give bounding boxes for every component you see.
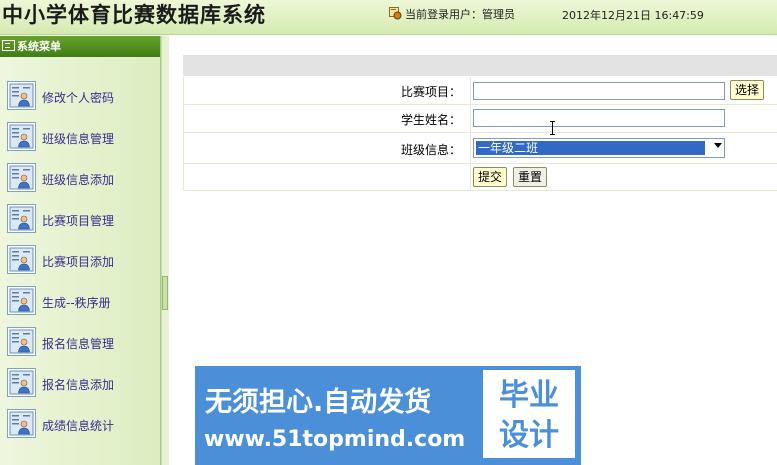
sidebar-item-label: 报名信息管理: [42, 337, 115, 351]
sidebar-item[interactable]: 生成--秩序册: [7, 286, 157, 316]
sidebar-item[interactable]: 报名信息管理: [7, 327, 157, 357]
form-row-actions: 提交 重置: [183, 164, 777, 191]
watermark-badge-line1: 毕业: [499, 378, 559, 413]
watermark-banner: 无须担心.自动发货 www.51topmind.com 毕业 设计: [195, 366, 581, 465]
splitter-handle[interactable]: [162, 276, 168, 310]
user-record-icon: [7, 163, 36, 192]
class-label: 班级信息：: [400, 143, 461, 157]
form-row-class: 班级信息： 一年级二班: [183, 133, 777, 164]
user-record-icon: [7, 245, 36, 274]
class-selected-value: 一年级二班: [476, 141, 705, 155]
sidebar-item[interactable]: 班级信息添加: [7, 163, 157, 193]
form-row-event: 比赛项目： 选择: [183, 77, 777, 105]
user-record-icon: [7, 286, 36, 315]
user-record-icon: [7, 368, 36, 397]
choose-event-button[interactable]: 选择: [730, 80, 765, 100]
user-record-icon: [7, 204, 36, 233]
sidebar-item[interactable]: 报名信息添加: [7, 368, 157, 398]
watermark-url: www.51topmind.com: [204, 427, 466, 452]
sidebar-item[interactable]: 比赛项目管理: [7, 204, 157, 234]
watermark-badge: 毕业 设计: [483, 370, 575, 458]
sidebar-item-label: 比赛项目添加: [42, 255, 115, 269]
student-name-label: 学生姓名：: [400, 113, 461, 127]
reset-button[interactable]: 重置: [513, 167, 548, 187]
sidebar-item-label: 班级信息管理: [42, 132, 115, 146]
user-record-icon: [7, 327, 36, 356]
sidebar-item-label: 比赛项目管理: [42, 214, 115, 228]
user-record-icon: [7, 409, 36, 438]
sidebar-item[interactable]: 班级信息管理: [7, 122, 157, 152]
entry-form: 比赛项目： 选择 学生姓名： 班级信息： 一年级二班 提交 重置: [183, 55, 777, 191]
user-record-icon: [7, 81, 36, 110]
event-label: 比赛项目：: [400, 85, 461, 99]
sidebar-item[interactable]: 修改个人密码: [7, 81, 157, 111]
watermark-slogan: 无须担心.自动发货: [205, 387, 432, 418]
app-title: 中小学体育比赛数据库系统: [2, 2, 266, 27]
event-input[interactable]: [473, 82, 725, 100]
submit-button[interactable]: 提交: [473, 167, 508, 187]
menu-icon: [2, 40, 15, 51]
sidebar-item[interactable]: 比赛项目添加: [7, 245, 157, 275]
current-user-text: 当前登录用户：管理员: [405, 8, 515, 21]
watermark-badge-line2: 设计: [499, 418, 559, 453]
top-header: 中小学体育比赛数据库系统 当前登录用户：管理员 2012年12月21日 16:4…: [0, 0, 777, 35]
sidebar-item-label: 班级信息添加: [42, 173, 115, 187]
sidebar-item[interactable]: 成绩信息统计: [7, 409, 157, 439]
sidebar-item-label: 成绩信息统计: [42, 419, 115, 433]
form-header-bar: [183, 55, 777, 76]
sidebar-title: 系统菜单: [17, 40, 61, 53]
dropdown-arrow-icon[interactable]: [714, 143, 722, 148]
sidebar-item-label: 报名信息添加: [42, 378, 115, 392]
form-row-student: 学生姓名：: [183, 105, 777, 133]
user-icon: [389, 7, 402, 20]
sidebar-item-label: 修改个人密码: [42, 91, 115, 105]
user-record-icon: [7, 122, 36, 151]
current-user-info: 当前登录用户：管理员: [389, 6, 515, 22]
class-select[interactable]: 一年级二班: [473, 138, 725, 158]
current-datetime: 2012年12月21日 16:47:59: [562, 9, 704, 22]
text-cursor-icon: [550, 121, 555, 135]
student-name-input[interactable]: [473, 109, 725, 127]
sidebar-item-label: 生成--秩序册: [42, 296, 111, 310]
sidebar-splitter[interactable]: [161, 36, 169, 465]
sidebar-header: 系统菜单: [0, 36, 160, 57]
